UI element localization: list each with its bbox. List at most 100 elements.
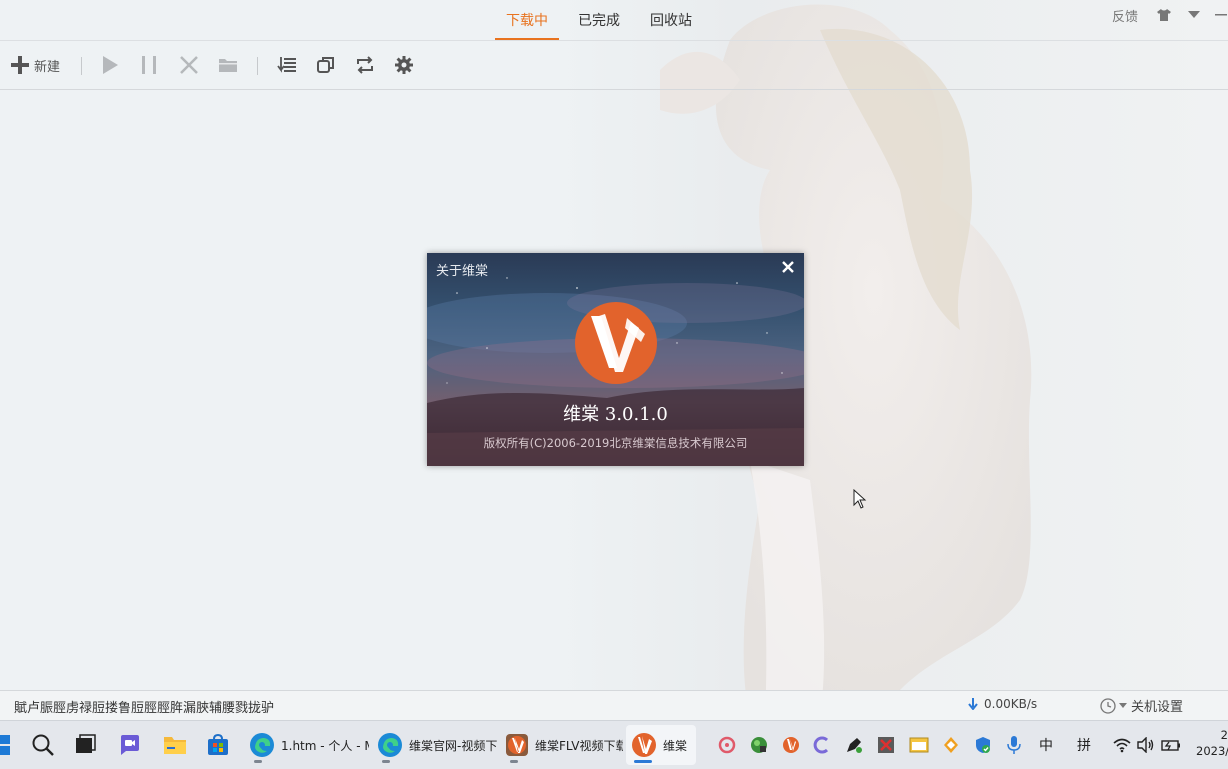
- tray-app-6[interactable]: [877, 729, 895, 761]
- delete-button[interactable]: [179, 52, 199, 78]
- tab-strip: 下载中 已完成 回收站: [495, 0, 711, 40]
- tray-microphone[interactable]: [1007, 729, 1021, 761]
- dropdown-arrow-icon[interactable]: [1184, 5, 1204, 25]
- toolbar: 新建: [0, 42, 1228, 90]
- shutdown-settings-label: 关机设置: [1131, 700, 1184, 715]
- window-copy-icon: [317, 57, 334, 73]
- teams-chat-icon: [121, 735, 139, 755]
- tab-completed[interactable]: 已完成: [567, 0, 631, 40]
- tray-app-7[interactable]: [909, 729, 929, 761]
- clock-time: 2: [1220, 728, 1228, 742]
- task-view-icon: [76, 734, 96, 753]
- window-controls: 反馈: [1112, 0, 1228, 30]
- ime-language[interactable]: 中: [1039, 729, 1053, 761]
- vidown-icon: [632, 733, 656, 757]
- skin-icon[interactable]: [1154, 5, 1174, 25]
- ime-mode[interactable]: 拼: [1077, 729, 1091, 761]
- taskbar-app-label: 1.htm - 个人 - M: [281, 738, 369, 753]
- folder-icon: [164, 737, 186, 754]
- running-indicator: [382, 760, 390, 763]
- tray-app-vidown[interactable]: [782, 729, 800, 761]
- version-text: 维棠 3.0.1.0: [563, 404, 668, 425]
- edge-icon: [250, 733, 274, 757]
- mouse-cursor-icon: [853, 489, 867, 509]
- minimize-icon[interactable]: [1214, 5, 1228, 25]
- status-bar: 賦卢脤脛虏禄脰搂鲁脰脛脛脌漏脥辅腰戮拢驴 0.00KB/s 关机设置: [0, 690, 1228, 720]
- tab-recycle-bin[interactable]: 回收站: [639, 0, 703, 40]
- wifi-icon: [1113, 738, 1131, 753]
- media-app-icon: [878, 737, 894, 753]
- edge-icon: [378, 733, 402, 757]
- pause-icon: [142, 56, 156, 74]
- delete-icon: [180, 56, 198, 74]
- new-task-button[interactable]: 新建: [10, 52, 60, 78]
- flower-app-icon: [718, 736, 736, 754]
- taskbar-app-edge-1[interactable]: 1.htm - 个人 - M: [244, 725, 370, 765]
- clock-date: 2023/: [1196, 744, 1228, 758]
- settings-button[interactable]: [394, 52, 414, 78]
- task-view-button[interactable]: [74, 729, 96, 761]
- tray-app-2[interactable]: [750, 729, 768, 761]
- top-bar: 下载中 已完成 回收站 反馈: [0, 0, 1228, 41]
- taskbar-app-edge-2[interactable]: 维棠官网-视频下: [372, 725, 498, 765]
- tray-volume[interactable]: [1137, 729, 1155, 761]
- about-dialog: 关于维棠 维棠 3.0.1.0 版权所有(C)2006-2019北京维棠信息技术…: [427, 253, 804, 466]
- dialog-title: 关于维棠: [436, 264, 489, 279]
- globe-app-icon: [751, 737, 767, 753]
- play-icon: [103, 56, 118, 74]
- battery-icon: [1161, 740, 1180, 751]
- shield-icon: [976, 737, 990, 753]
- search-button[interactable]: [31, 729, 55, 761]
- list-sort-icon: [277, 57, 296, 73]
- vidown-icon: [783, 737, 799, 753]
- sort-list-button[interactable]: [277, 52, 297, 78]
- tray-network[interactable]: [1113, 729, 1131, 761]
- vidown-icon: [506, 734, 528, 756]
- download-speed-value: 0.00KB/s: [984, 697, 1038, 711]
- start-button[interactable]: [101, 52, 119, 78]
- tab-downloading[interactable]: 下载中: [495, 0, 559, 40]
- window-app-icon: [909, 737, 929, 753]
- chat-button[interactable]: [118, 729, 142, 761]
- taskbar-app-label: 维棠: [663, 738, 688, 753]
- refresh-button[interactable]: [355, 52, 375, 78]
- download-speed: 0.00KB/s: [968, 697, 1037, 711]
- copyright-text: 版权所有(C)2006-2019北京维棠信息技术有限公司: [483, 436, 748, 450]
- file-explorer-button[interactable]: [163, 729, 187, 761]
- feedback-link[interactable]: 反馈: [1112, 6, 1138, 25]
- store-icon: [208, 733, 228, 755]
- taskbar-clock[interactable]: 2 2023/: [1196, 727, 1228, 759]
- toolbar-divider: [257, 57, 258, 75]
- shutdown-settings-button[interactable]: 关机设置: [1100, 696, 1183, 715]
- microsoft-store-button[interactable]: [206, 729, 230, 761]
- c-app-icon: [813, 736, 829, 754]
- vidown-logo-icon: [575, 302, 657, 384]
- tray-app-1[interactable]: [718, 729, 736, 761]
- open-folder-button[interactable]: [218, 52, 238, 78]
- close-icon[interactable]: [780, 259, 796, 275]
- tray-security[interactable]: [974, 729, 992, 761]
- folder-icon: [219, 59, 237, 72]
- clock-icon: [1100, 697, 1116, 714]
- pen-tool-icon: [847, 738, 862, 753]
- tray-battery[interactable]: [1161, 729, 1181, 761]
- download-arrow-icon: [968, 698, 978, 710]
- taskbar-app-vidown[interactable]: 维棠: [626, 725, 696, 765]
- running-indicator: [634, 760, 652, 763]
- start-button[interactable]: [0, 729, 12, 761]
- new-task-label: 新建: [34, 59, 61, 75]
- tray-app-5[interactable]: [845, 729, 863, 761]
- search-icon: [32, 734, 54, 756]
- tray-app-4[interactable]: [813, 729, 831, 761]
- toolbar-divider: [81, 57, 82, 75]
- taskbar-app-vidown-flv[interactable]: 维棠FLV视频下载: [500, 725, 624, 765]
- taskbar-app-label: 维棠官网-视频下: [409, 738, 497, 753]
- taskbar: 1.htm - 个人 - M 维棠官网-视频下 维棠FLV视频下载 维棠 中 拼…: [0, 720, 1228, 769]
- pause-button[interactable]: [140, 52, 158, 78]
- window-copy-button[interactable]: [316, 52, 336, 78]
- plus-icon: [11, 56, 29, 74]
- windows-start-icon: [0, 735, 10, 755]
- tray-app-8[interactable]: [942, 729, 960, 761]
- refresh-icon: [357, 56, 373, 74]
- running-indicator: [254, 760, 262, 763]
